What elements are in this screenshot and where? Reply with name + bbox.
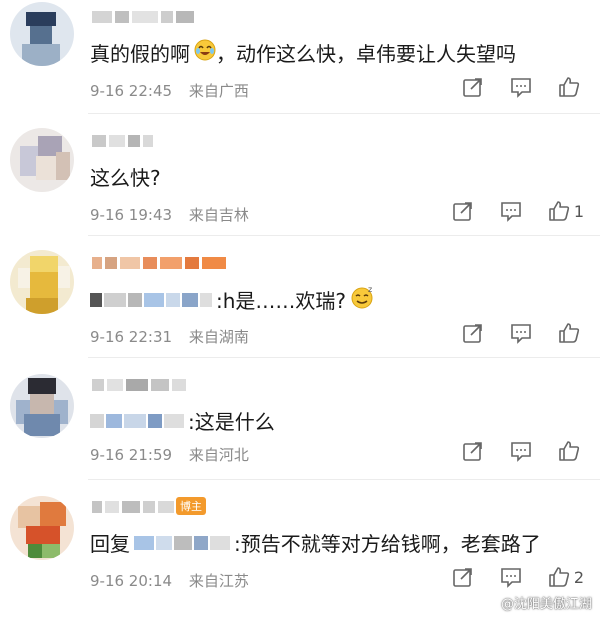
thumbs-up-icon bbox=[549, 567, 569, 587]
comment-text: 这么快? bbox=[90, 166, 161, 190]
comment-feed: 真的假的啊 ，动作这么快，卓伟要让人失望吗 9-16 22:45 来自广西 这么… bbox=[0, 0, 600, 620]
thinking-emoji-icon: z bbox=[350, 284, 376, 315]
reply-button[interactable] bbox=[500, 566, 522, 588]
comment-icon bbox=[511, 78, 531, 98]
author-badge: 博主 bbox=[176, 497, 206, 515]
comment-item: 这么快? 9-16 19:43 来自吉林 1 bbox=[0, 114, 600, 234]
comment-meta: 9-16 19:43 来自吉林 bbox=[90, 204, 249, 225]
avatar[interactable] bbox=[10, 250, 74, 314]
share-icon bbox=[463, 324, 482, 343]
share-button[interactable] bbox=[462, 76, 484, 98]
comment-text: :这是什么 bbox=[90, 406, 275, 435]
location: 来自吉林 bbox=[188, 206, 249, 224]
laughing-crying-emoji-icon bbox=[194, 39, 216, 66]
timestamp: 9-16 21:59 bbox=[90, 446, 173, 464]
share-button[interactable] bbox=[462, 322, 484, 344]
username-masked[interactable] bbox=[92, 10, 194, 24]
share-icon bbox=[463, 442, 482, 461]
masked-mention bbox=[90, 413, 184, 428]
timestamp: 9-16 20:14 bbox=[90, 572, 173, 590]
avatar[interactable] bbox=[10, 128, 74, 192]
reply-prefix: 回复 bbox=[90, 532, 130, 556]
share-icon bbox=[453, 202, 472, 221]
avatar[interactable] bbox=[10, 2, 74, 66]
watermark: @沈阳美傲江湖 bbox=[500, 597, 592, 612]
thumbs-up-icon bbox=[559, 77, 580, 97]
reply-button[interactable] bbox=[510, 440, 532, 462]
comment-text: 回复 :预告不就等对方给钱啊，老套路了 bbox=[90, 528, 541, 557]
thumbs-up-icon bbox=[549, 201, 569, 221]
comment-actions: 1 bbox=[426, 200, 584, 222]
like-button[interactable]: 1 bbox=[548, 200, 584, 222]
share-icon bbox=[453, 568, 472, 587]
comment-item: :这是什么 9-16 21:59 来自河北 bbox=[0, 358, 600, 478]
location: 来自河北 bbox=[188, 446, 249, 464]
comment-actions bbox=[436, 76, 584, 98]
comment-actions bbox=[436, 322, 584, 344]
location: 来自湖南 bbox=[188, 328, 249, 346]
share-button[interactable] bbox=[452, 200, 474, 222]
reply-button[interactable] bbox=[510, 76, 532, 98]
comment-text: 真的假的啊 ，动作这么快，卓伟要让人失望吗 bbox=[90, 38, 516, 67]
comment-meta: 9-16 21:59 来自河北 bbox=[90, 444, 249, 465]
like-button[interactable] bbox=[558, 440, 584, 462]
username-masked[interactable] bbox=[92, 500, 181, 514]
svg-text:z: z bbox=[368, 285, 372, 294]
comment-meta: 9-16 20:14 来自江苏 bbox=[90, 570, 249, 591]
masked-mention bbox=[90, 292, 212, 307]
masked-mention bbox=[134, 535, 230, 550]
comment-actions: 2 bbox=[426, 566, 584, 588]
timestamp: 9-16 19:43 bbox=[90, 206, 173, 224]
comment-icon bbox=[511, 324, 531, 344]
comment-icon bbox=[501, 568, 521, 588]
share-button[interactable] bbox=[462, 440, 484, 462]
username-masked[interactable] bbox=[92, 378, 186, 392]
comment-meta: 9-16 22:45 来自广西 bbox=[90, 80, 249, 101]
timestamp: 9-16 22:31 bbox=[90, 328, 173, 346]
share-icon bbox=[463, 78, 482, 97]
timestamp: 9-16 22:45 bbox=[90, 82, 173, 100]
like-button[interactable] bbox=[558, 76, 584, 98]
avatar[interactable] bbox=[10, 374, 74, 438]
reply-button[interactable] bbox=[510, 322, 532, 344]
username-masked[interactable] bbox=[92, 256, 226, 270]
comment-item: :h是……欢瑞? z 9-16 22:31 来自湖南 bbox=[0, 236, 600, 356]
like-count: 1 bbox=[573, 201, 584, 221]
thumbs-up-icon bbox=[559, 323, 580, 343]
avatar[interactable] bbox=[10, 496, 74, 560]
like-button[interactable]: 2 bbox=[548, 566, 584, 588]
comment-icon bbox=[501, 202, 521, 222]
like-count: 2 bbox=[573, 567, 584, 587]
reply-button[interactable] bbox=[500, 200, 522, 222]
share-button[interactable] bbox=[452, 566, 474, 588]
location: 来自广西 bbox=[188, 82, 249, 100]
location: 来自江苏 bbox=[188, 572, 249, 590]
like-button[interactable] bbox=[558, 322, 584, 344]
comment-item: 真的假的啊 ，动作这么快，卓伟要让人失望吗 9-16 22:45 来自广西 bbox=[0, 0, 600, 112]
comment-text: :h是……欢瑞? z bbox=[90, 284, 376, 315]
thumbs-up-icon bbox=[559, 441, 580, 461]
username-masked[interactable] bbox=[92, 134, 153, 148]
comment-meta: 9-16 22:31 来自湖南 bbox=[90, 326, 249, 347]
comment-icon bbox=[511, 442, 531, 462]
comment-actions bbox=[436, 440, 584, 462]
